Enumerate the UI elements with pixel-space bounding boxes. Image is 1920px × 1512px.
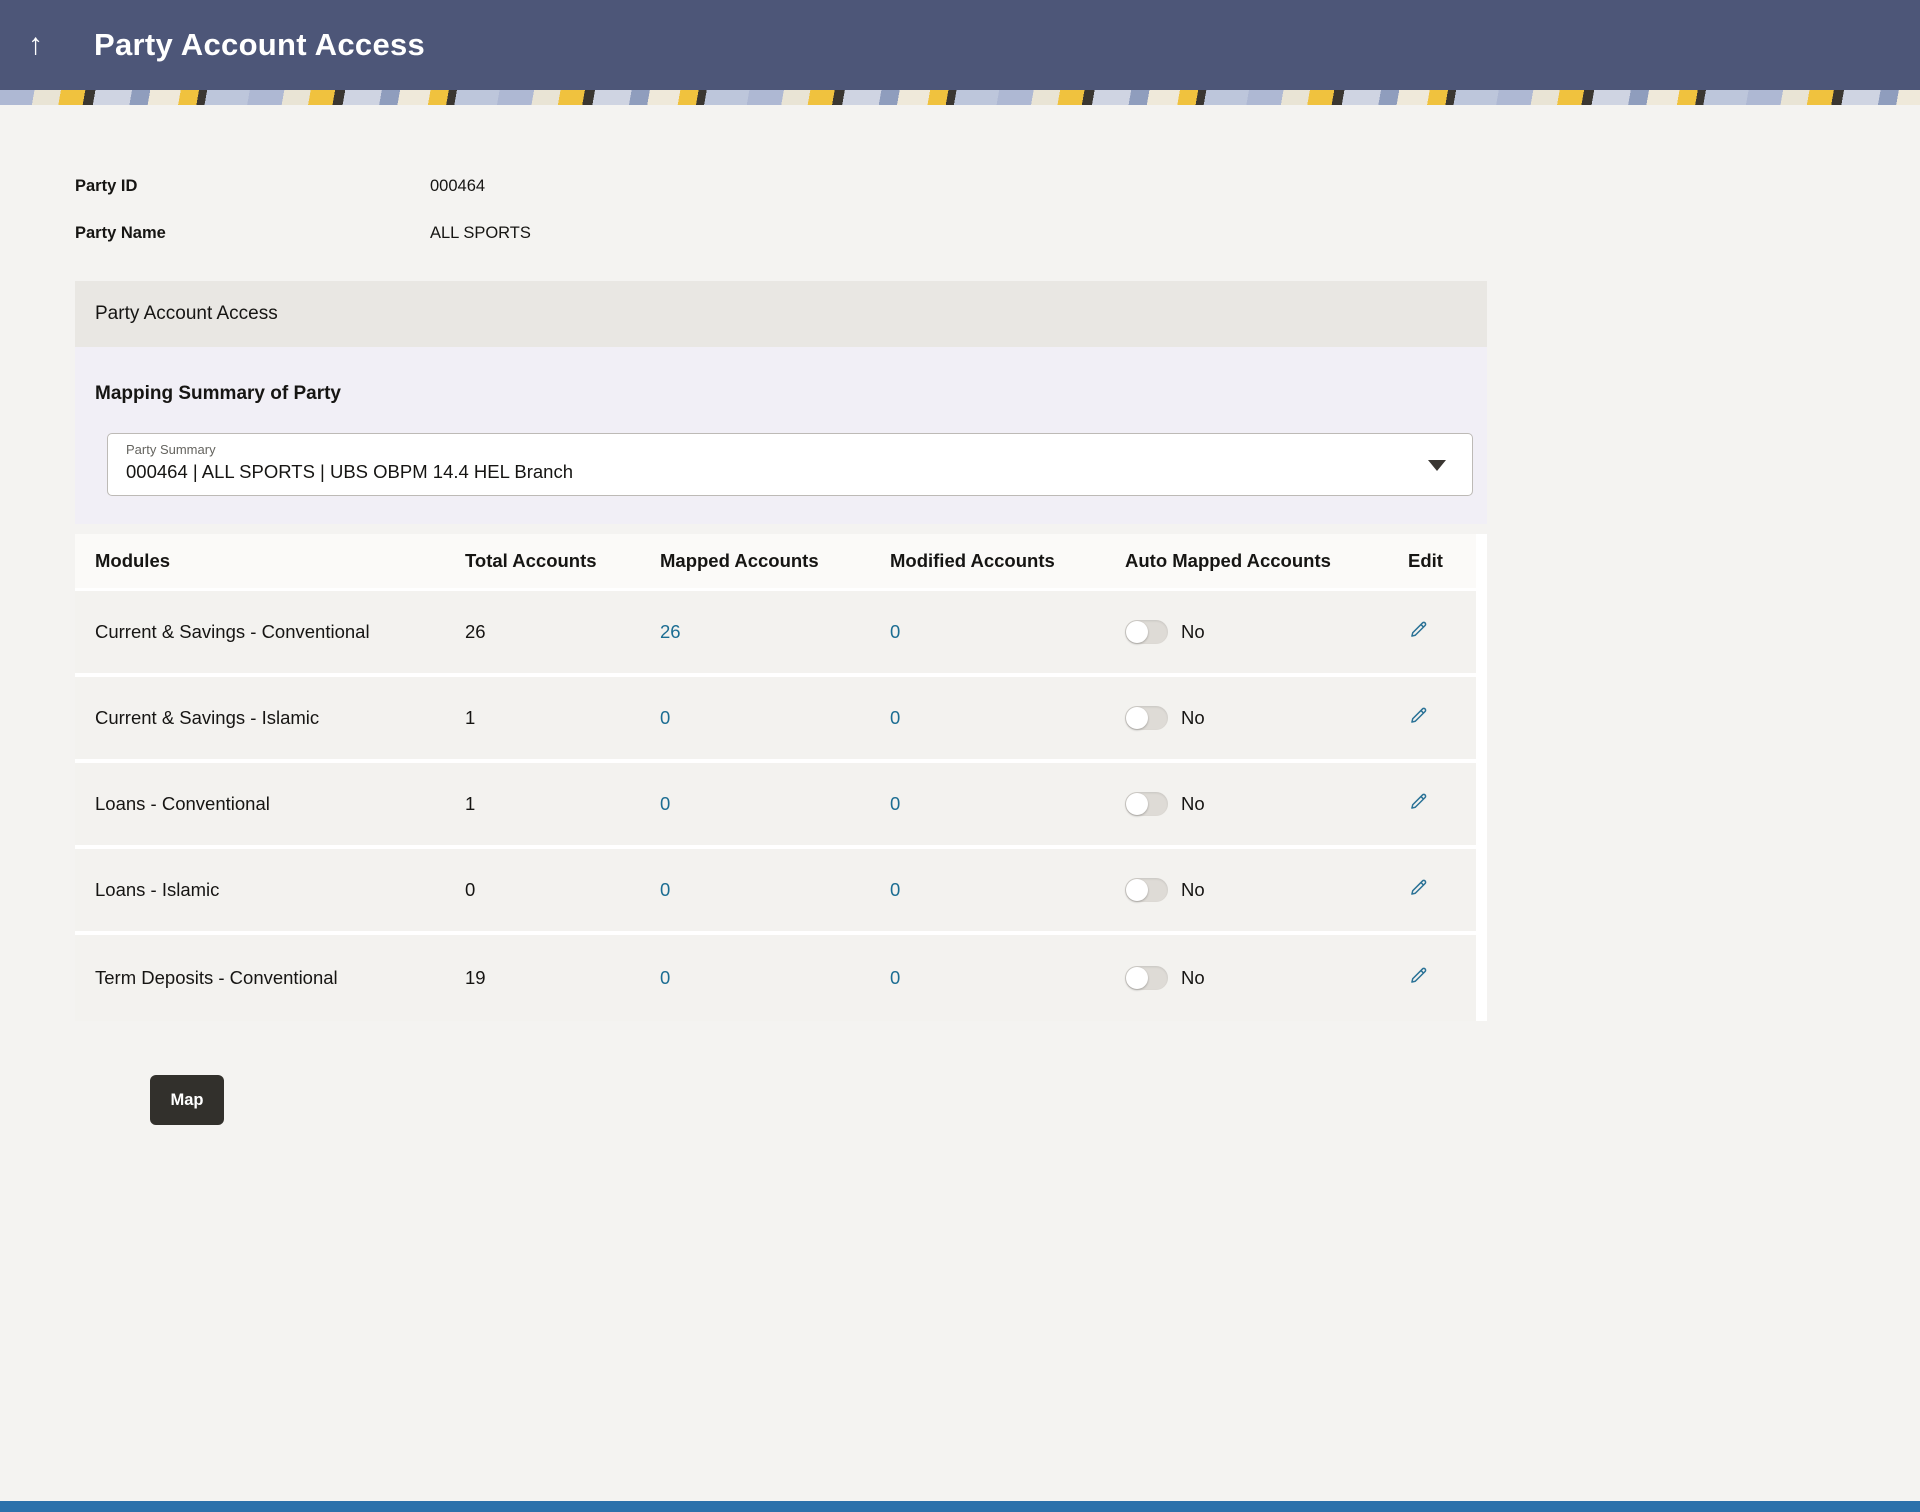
edit-cell [1388,877,1476,903]
edit-button[interactable] [1408,619,1429,640]
modified-accounts-link[interactable]: 0 [870,621,1105,643]
modified-accounts-link[interactable]: 0 [870,967,1105,989]
table-row: Loans - Conventional 1 0 0 No [75,763,1476,849]
total-accounts-value: 1 [465,707,476,728]
mapped-accounts-link[interactable]: 0 [640,707,870,729]
col-header-edit: Edit [1408,550,1443,571]
table-row: Term Deposits - Conventional 19 0 0 No [75,935,1476,1021]
party-summary-dropdown-label: Party Summary [126,442,216,457]
pencil-icon [1411,621,1427,637]
table-header-row: Modules Total Accounts Mapped Accounts M… [75,534,1476,591]
party-name-label: Party Name [75,224,166,242]
module-name: Term Deposits - Conventional [95,967,338,988]
decorative-pattern-strip [0,90,1920,105]
party-name-value: ALL SPORTS [430,224,531,242]
pencil-icon [1411,707,1427,723]
module-name: Current & Savings - Conventional [95,621,370,642]
mapping-summary-title: Mapping Summary of Party [95,383,341,404]
auto-mapped-toggle[interactable] [1125,966,1168,990]
toggle-knob-icon [1126,879,1148,901]
auto-mapped-toggle[interactable] [1125,878,1168,902]
party-summary-dropdown[interactable]: Party Summary 000464 | ALL SPORTS | UBS … [107,433,1473,496]
module-name: Loans - Conventional [95,793,270,814]
mapped-accounts-link[interactable]: 0 [640,879,870,901]
col-header-modules: Modules [95,550,171,571]
modified-accounts-link[interactable]: 0 [870,707,1105,729]
panel-header: Party Account Access [75,281,1487,347]
auto-mapped-state-label: No [1181,621,1205,642]
modules-table: Modules Total Accounts Mapped Accounts M… [75,534,1476,1021]
col-header-mapped-accounts: Mapped Accounts [660,550,819,571]
edit-button[interactable] [1408,877,1429,898]
auto-mapped-cell: No [1105,620,1388,644]
total-accounts-value: 0 [465,879,476,900]
page-title: Party Account Access [94,27,426,62]
module-name: Current & Savings - Islamic [95,707,320,728]
map-button[interactable]: Map [150,1075,224,1125]
col-header-modified-accounts: Modified Accounts [890,550,1055,571]
party-id-value: 000464 [430,177,486,195]
toggle-knob-icon [1126,793,1148,815]
party-account-access-panel: Party Account Access Mapping Summary of … [75,281,1487,1021]
table-scrollbar[interactable] [1476,534,1487,1021]
edit-button[interactable] [1408,965,1429,986]
auto-mapped-cell: No [1105,706,1388,730]
pencil-icon [1411,793,1427,809]
pencil-icon [1411,879,1427,895]
app-header: ↑ Party Account Access [0,0,1920,90]
auto-mapped-state-label: No [1181,793,1205,814]
modules-table-wrap: Modules Total Accounts Mapped Accounts M… [75,534,1487,1021]
page-content: Party ID 000464 Party Name ALL SPORTS Pa… [0,105,1920,1125]
edit-cell [1388,705,1476,731]
auto-mapped-toggle[interactable] [1125,706,1168,730]
auto-mapped-state-label: No [1181,967,1205,988]
pencil-icon [1411,967,1427,983]
modified-accounts-link[interactable]: 0 [870,879,1105,901]
footer-bar [0,1501,1920,1512]
auto-mapped-cell: No [1105,792,1388,816]
total-accounts-value: 26 [465,621,486,642]
back-arrow-icon[interactable]: ↑ [28,30,68,60]
auto-mapped-cell: No [1105,966,1388,990]
panel-title: Party Account Access [95,303,278,324]
mapped-accounts-link[interactable]: 26 [640,621,870,643]
party-summary-dropdown-value: 000464 | ALL SPORTS | UBS OBPM 14.4 HEL … [126,461,573,482]
modified-accounts-link[interactable]: 0 [870,793,1105,815]
auto-mapped-state-label: No [1181,707,1205,728]
party-id-label: Party ID [75,177,138,195]
auto-mapped-toggle[interactable] [1125,620,1168,644]
edit-button[interactable] [1408,705,1429,726]
edit-cell [1388,965,1476,991]
mapped-accounts-link[interactable]: 0 [640,967,870,989]
party-name-row: Party Name ALL SPORTS [75,224,1920,243]
col-header-auto-mapped-accounts: Auto Mapped Accounts [1125,550,1331,571]
total-accounts-value: 19 [465,967,486,988]
table-row: Current & Savings - Islamic 1 0 0 No [75,677,1476,763]
toggle-knob-icon [1126,707,1148,729]
chevron-down-icon [1428,460,1446,471]
mapped-accounts-link[interactable]: 0 [640,793,870,815]
table-row: Loans - Islamic 0 0 0 No [75,849,1476,935]
auto-mapped-state-label: No [1181,879,1205,900]
party-id-row: Party ID 000464 [75,177,1920,196]
total-accounts-value: 1 [465,793,476,814]
table-row: Current & Savings - Conventional 26 26 0… [75,591,1476,677]
toggle-knob-icon [1126,967,1148,989]
edit-cell [1388,619,1476,645]
edit-cell [1388,791,1476,817]
col-header-total-accounts: Total Accounts [465,550,597,571]
toggle-knob-icon [1126,621,1148,643]
auto-mapped-cell: No [1105,878,1388,902]
edit-button[interactable] [1408,791,1429,812]
auto-mapped-toggle[interactable] [1125,792,1168,816]
module-name: Loans - Islamic [95,879,220,900]
mapping-summary-section: Mapping Summary of Party Party Summary 0… [75,347,1487,524]
